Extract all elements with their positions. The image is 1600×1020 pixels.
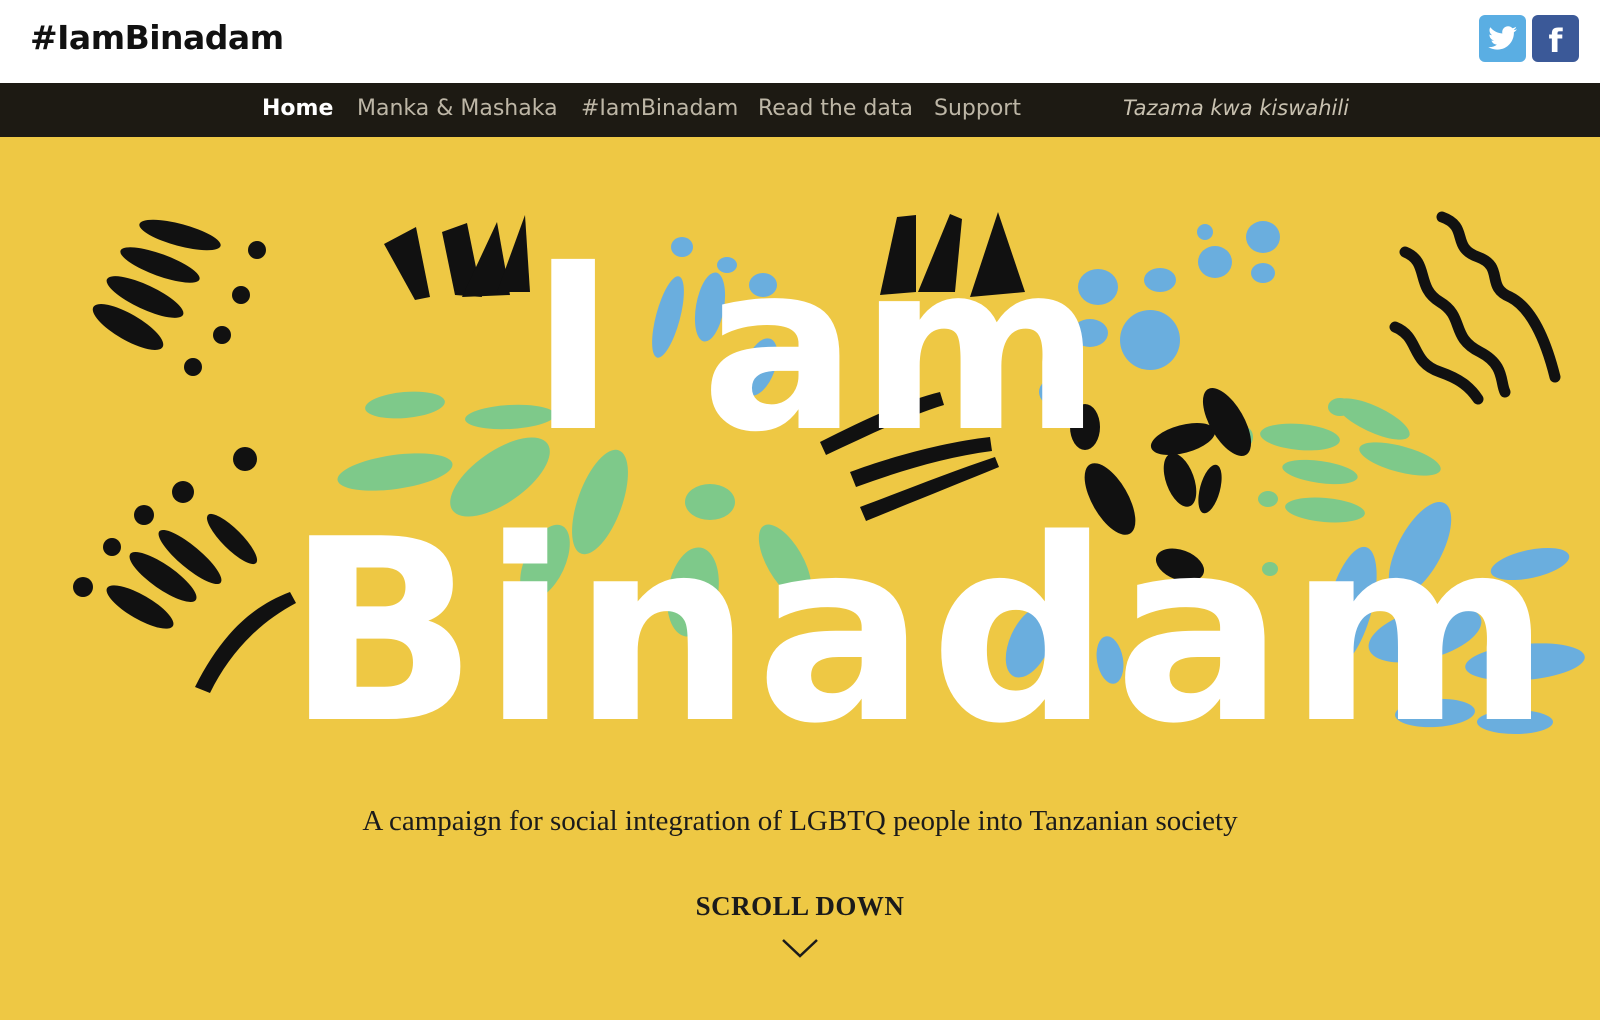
scroll-down-label[interactable]: SCROLL DOWN [0, 891, 1600, 922]
facebook-share-button[interactable]: f [1532, 15, 1579, 62]
main-navigation: Home Manka & Mashaka #IamBinadam Read th… [0, 83, 1600, 137]
nav-item-read-the-data[interactable]: Read the data [758, 96, 913, 121]
nav-item-iambinadam[interactable]: #IamBinadam [581, 96, 738, 121]
top-header: #IamBinadam f [0, 0, 1600, 83]
nav-item-support[interactable]: Support [934, 96, 1021, 121]
site-logo[interactable]: #IamBinadam [30, 18, 284, 57]
language-switch-link[interactable]: Tazama kwa kiswahili [1123, 96, 1349, 120]
decorative-brush-art [73, 211, 1585, 734]
hero-tagline: A campaign for social integration of LGB… [362, 805, 1238, 837]
twitter-icon [1487, 25, 1517, 50]
nav-item-manka-mashaka[interactable]: Manka & Mashaka [357, 96, 558, 121]
twitter-share-button[interactable] [1479, 15, 1526, 62]
chevron-down-icon[interactable] [781, 937, 819, 959]
hero-section: I am Binadam A campaign for social integ… [0, 137, 1600, 1020]
facebook-icon: f [1548, 21, 1563, 60]
nav-item-home[interactable]: Home [262, 96, 333, 121]
